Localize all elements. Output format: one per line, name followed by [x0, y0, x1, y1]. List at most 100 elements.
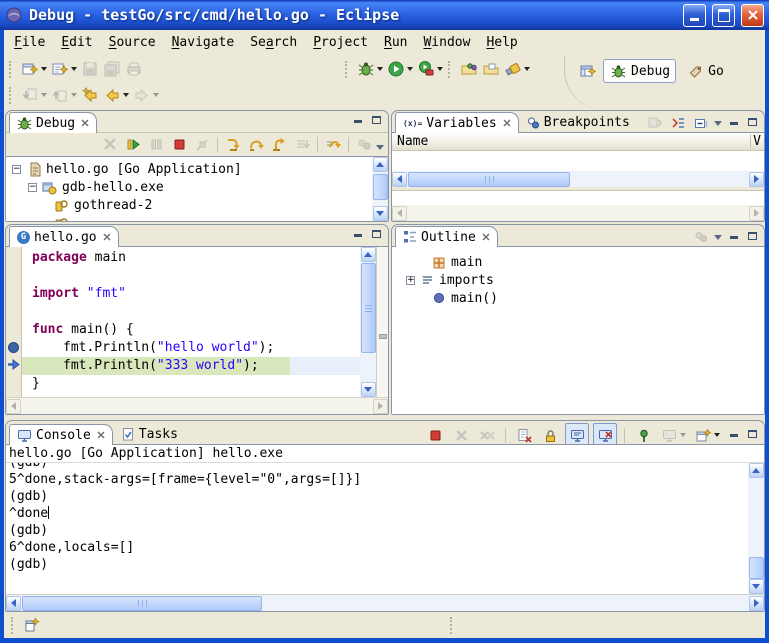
- menu-source[interactable]: Source: [101, 32, 164, 53]
- code-area[interactable]: package main import "fmt" func main() { …: [22, 247, 360, 397]
- open-console-button[interactable]: [692, 424, 722, 446]
- tab-close-icon[interactable]: [103, 230, 111, 245]
- run-button[interactable]: [385, 58, 415, 80]
- minimize-view-button[interactable]: [350, 228, 365, 242]
- breakpoint-icon[interactable]: [8, 342, 19, 353]
- show-type-names-button[interactable]: [668, 114, 687, 132]
- tree-row-target[interactable]: − gdb-hello.exe: [12, 178, 372, 196]
- menu-run[interactable]: Run: [376, 32, 415, 53]
- outline-item-imports[interactable]: + imports: [406, 271, 764, 289]
- display-selected-console-button[interactable]: [658, 424, 688, 446]
- forward-button[interactable]: [131, 84, 161, 106]
- pin-console-button[interactable]: [632, 424, 654, 446]
- clear-console-button[interactable]: [513, 424, 535, 446]
- scroll-down-button[interactable]: [373, 206, 388, 221]
- fast-view-button[interactable]: [21, 614, 43, 636]
- save-button[interactable]: [79, 58, 101, 80]
- menu-help[interactable]: Help: [478, 32, 525, 53]
- maximize-button[interactable]: [712, 4, 735, 27]
- tab-breakpoints[interactable]: Breakpoints: [519, 111, 638, 132]
- view-menu-chevron-icon[interactable]: [714, 235, 722, 240]
- open-type-button[interactable]: [458, 58, 480, 80]
- external-tools-button[interactable]: [415, 58, 445, 80]
- scroll-down-button[interactable]: [749, 579, 764, 594]
- perspective-go-button[interactable]: Go: [680, 59, 730, 83]
- new-file-button[interactable]: [49, 58, 79, 80]
- statusbar-grip[interactable]: [11, 617, 16, 634]
- tab-close-icon[interactable]: [482, 230, 490, 245]
- tree-row-thread[interactable]: gothread-2: [12, 196, 372, 214]
- tree-row-launch[interactable]: − hello.go [Go Application]: [12, 160, 372, 178]
- debug-tree-vscrollbar[interactable]: [372, 157, 388, 221]
- detail-hscrollbar-disabled[interactable]: [392, 205, 764, 221]
- maximize-view-button[interactable]: [369, 114, 384, 128]
- debug-view-menu-button[interactable]: [353, 134, 375, 156]
- expand-expander[interactable]: +: [406, 276, 415, 285]
- open-resource-button[interactable]: [480, 58, 502, 80]
- minimize-button[interactable]: [683, 4, 706, 27]
- scroll-up-button[interactable]: [361, 247, 376, 262]
- console-hscrollbar[interactable]: [6, 594, 764, 611]
- menu-file[interactable]: File: [6, 32, 53, 53]
- outline-view-menu-button[interactable]: [691, 228, 710, 246]
- scroll-thumb[interactable]: [749, 557, 764, 579]
- scroll-up-button[interactable]: [749, 463, 764, 478]
- menu-search[interactable]: Search: [242, 32, 305, 53]
- use-step-filters-button[interactable]: [322, 134, 344, 156]
- new-wizard-button[interactable]: [19, 58, 49, 80]
- tab-console[interactable]: Console: [9, 424, 113, 445]
- column-value-header[interactable]: V: [750, 134, 763, 149]
- debug-button[interactable]: [355, 58, 385, 80]
- tab-hello-go[interactable]: G hello.go: [9, 226, 119, 247]
- minimize-view-button[interactable]: [726, 230, 741, 244]
- show-logical-structure-button[interactable]: [645, 114, 664, 132]
- drop-to-frame-button[interactable]: [291, 134, 313, 156]
- search-button[interactable]: [502, 58, 532, 80]
- toolbar-grip[interactable]: [345, 61, 350, 78]
- scroll-down-button[interactable]: [361, 382, 376, 397]
- statusbar-grip[interactable]: [450, 617, 455, 634]
- tab-outline[interactable]: Outline: [395, 226, 498, 247]
- toolbar-grip[interactable]: [9, 87, 14, 104]
- disconnect-button[interactable]: [191, 134, 213, 156]
- view-menu-chevron-icon[interactable]: [376, 145, 384, 150]
- tab-variables[interactable]: (x)= Variables: [395, 112, 519, 133]
- next-annotation-button[interactable]: [19, 84, 49, 106]
- overview-ruler[interactable]: [376, 247, 388, 397]
- outline-item-main-func[interactable]: main(): [406, 289, 764, 307]
- editor-hscrollbar-disabled[interactable]: [6, 397, 388, 414]
- scroll-thumb[interactable]: [22, 596, 262, 611]
- previous-annotation-button[interactable]: [49, 84, 79, 106]
- scroll-left-button[interactable]: [6, 596, 21, 611]
- tab-debug[interactable]: Debug: [9, 112, 97, 133]
- maximize-view-button[interactable]: [745, 116, 760, 130]
- collapse-all-button[interactable]: [691, 114, 710, 132]
- collapse-expander[interactable]: −: [12, 165, 21, 174]
- scroll-lock-button[interactable]: [539, 424, 561, 446]
- tab-close-icon[interactable]: [503, 116, 511, 131]
- last-edit-location-button[interactable]: [79, 84, 101, 106]
- tab-close-icon[interactable]: [81, 116, 89, 131]
- minimize-view-button[interactable]: [350, 114, 365, 128]
- menu-edit[interactable]: Edit: [53, 32, 100, 53]
- scroll-right-button[interactable]: [749, 172, 764, 187]
- step-return-button[interactable]: [268, 134, 290, 156]
- suspend-button[interactable]: [145, 134, 167, 156]
- toolbar-grip[interactable]: [448, 61, 453, 78]
- scroll-thumb[interactable]: [408, 172, 570, 187]
- back-button[interactable]: [101, 84, 131, 106]
- view-menu-chevron-icon[interactable]: [714, 121, 722, 126]
- remove-all-terminated-button[interactable]: [476, 424, 498, 446]
- scroll-right-button[interactable]: [749, 596, 764, 611]
- maximize-view-button[interactable]: [745, 230, 760, 244]
- menu-navigate[interactable]: Navigate: [164, 32, 243, 53]
- editor-vscrollbar[interactable]: [360, 247, 376, 397]
- toolbar-grip[interactable]: [9, 61, 14, 78]
- menu-window[interactable]: Window: [415, 32, 478, 53]
- maximize-view-button[interactable]: [369, 228, 384, 242]
- variables-hscrollbar[interactable]: [392, 171, 764, 187]
- variables-detail-pane[interactable]: [392, 190, 764, 205]
- print-button[interactable]: [123, 58, 145, 80]
- open-perspective-button[interactable]: [577, 60, 599, 82]
- scroll-thumb[interactable]: [373, 174, 388, 200]
